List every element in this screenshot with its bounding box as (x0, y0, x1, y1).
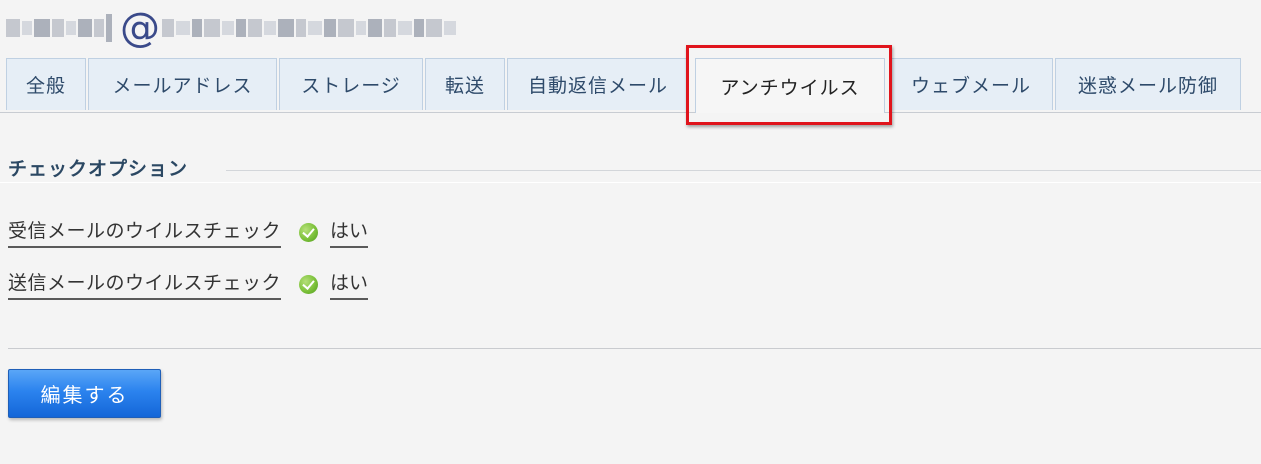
settings-tab-bar: 全般 メールアドレス ストレージ 転送 自動返信メール アンチウイルス ウェブメ… (0, 58, 1261, 113)
incoming-virus-check-label: 受信メールのウイルスチェック (8, 216, 282, 248)
tab-general[interactable]: 全般 (6, 58, 86, 110)
edit-button[interactable]: 編集する (8, 369, 161, 418)
section-divider-highlight (0, 182, 1261, 183)
section-divider (226, 170, 1261, 171)
check-circle-icon (299, 222, 319, 242)
tab-antivirus[interactable]: アンチウイルス (695, 58, 885, 113)
option-row-incoming-virus-check: 受信メールのウイルスチェック はい (8, 216, 369, 248)
footer-divider (8, 348, 1261, 349)
incoming-virus-check-value: はい (330, 216, 369, 248)
tab-auto-reply[interactable]: 自動返信メール (507, 58, 689, 110)
tab-storage[interactable]: ストレージ (279, 58, 423, 110)
outgoing-virus-check-label: 送信メールのウイルスチェック (8, 268, 282, 300)
outgoing-virus-check-value: はい (330, 268, 369, 300)
tab-mail-addresses[interactable]: メールアドレス (88, 58, 277, 110)
option-row-outgoing-virus-check: 送信メールのウイルスチェック はい (8, 268, 369, 300)
check-circle-icon (299, 274, 319, 294)
at-sign: @ (120, 5, 160, 51)
tab-webmail[interactable]: ウェブメール (889, 58, 1053, 110)
account-email: @ (6, 6, 458, 50)
redacted-username (6, 10, 114, 46)
section-heading: チェックオプション (8, 158, 189, 180)
tab-spam-protection[interactable]: 迷惑メール防御 (1055, 58, 1241, 110)
tab-forwarding[interactable]: 転送 (425, 58, 505, 110)
redacted-domain (162, 10, 458, 46)
